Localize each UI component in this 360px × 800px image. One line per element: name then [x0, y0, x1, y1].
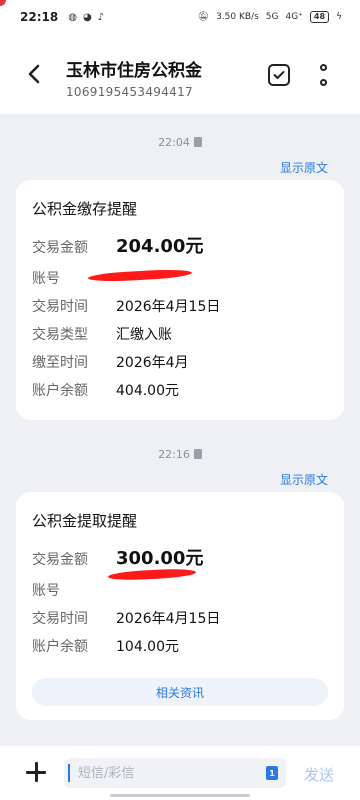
row-label: 交易类型: [32, 327, 88, 343]
back-button[interactable]: [22, 60, 46, 88]
more-dot-icon: [319, 79, 327, 86]
battery-icon: 48: [309, 11, 330, 23]
amount-value: 204.00元: [116, 236, 204, 257]
charging-icon: ϟ: [336, 12, 342, 22]
sim-select-icon[interactable]: 1: [266, 766, 278, 780]
status-left-icons: ◍ ◕ ♪: [68, 12, 104, 23]
row-label: 交易金额: [32, 240, 88, 256]
detail-row: 账户余额 404.00元: [32, 380, 179, 400]
detail-row: 交易类型 汇缴入账: [32, 324, 172, 344]
message-timestamp: 22:04: [0, 136, 360, 149]
row-label: 账户余额: [32, 639, 88, 655]
detail-row: 缴至时间 2026年4月: [32, 352, 189, 372]
sender-number: 1069195453494417: [66, 85, 193, 99]
message-card[interactable]: 公积金缴存提醒 交易金额 204.00元 账号 交易时间 2026年4月15日 …: [16, 180, 344, 420]
net-speed: 3.50 KB/s: [216, 12, 259, 22]
home-indicator[interactable]: [110, 794, 250, 797]
balance-value: 104.00元: [116, 639, 179, 655]
row-label: 缴至时间: [32, 355, 88, 371]
message-input[interactable]: [68, 764, 248, 782]
signal-4g: 4G⁺: [285, 12, 303, 22]
row-value: 2026年4月15日: [116, 299, 221, 315]
detail-row: 交易时间 2026年4月15日: [32, 608, 220, 628]
related-info-button[interactable]: 相关资讯: [32, 678, 328, 706]
mute-icon: 🔕︎: [197, 12, 210, 22]
sim-card-icon: [193, 137, 202, 147]
checkmark-icon: [273, 71, 285, 79]
detail-row: 账户余额 104.00元: [32, 636, 179, 656]
app-icon: ♪: [97, 11, 105, 23]
detail-row: 交易金额 300.00元: [32, 544, 203, 570]
row-label: 交易金额: [32, 552, 88, 568]
composer-bar: 1 发送: [0, 746, 360, 800]
row-label: 交易时间: [32, 611, 88, 627]
message-timestamp: 22:16: [0, 448, 360, 461]
sim-card-icon: [193, 449, 202, 459]
card-title: 公积金提取提醒: [32, 512, 138, 530]
row-value: 2026年4月: [116, 355, 189, 371]
select-button[interactable]: [268, 64, 290, 86]
add-attachment-button[interactable]: [24, 760, 48, 784]
detail-row: 交易时间 2026年4月15日: [32, 296, 220, 316]
signal-5g: 5G: [265, 12, 279, 22]
more-dot-icon: [319, 64, 327, 71]
qq-icon: ◕: [82, 11, 92, 23]
show-original-link[interactable]: 显示原文: [280, 159, 328, 176]
status-time: 22:18: [20, 10, 59, 24]
row-value: 2026年4月15日: [116, 611, 221, 627]
wechat-icon: ◍: [68, 11, 77, 23]
status-bar: 22:18 ◍ ◕ ♪ 🔕︎ 3.50 KB/s 5G 4G⁺ 48 ϟ: [0, 0, 360, 34]
conversation-header: 玉林市住房公积金 1069195453494417: [0, 34, 360, 114]
row-label: 账户余额: [32, 383, 88, 399]
row-label: 交易时间: [32, 299, 88, 315]
show-original-link[interactable]: 显示原文: [280, 471, 328, 488]
sender-name: 玉林市住房公积金: [66, 61, 202, 81]
message-card[interactable]: 公积金提取提醒 交易金额 300.00元 账号 交易时间 2026年4月15日 …: [16, 492, 344, 720]
more-options-button[interactable]: [318, 64, 328, 86]
message-input-box[interactable]: 1: [64, 758, 286, 788]
send-button[interactable]: 发送: [304, 764, 334, 785]
notification-dot: [0, 0, 6, 6]
balance-value: 404.00元: [116, 383, 179, 399]
sender-info: 玉林市住房公积金 1069195453494417: [66, 56, 202, 99]
row-label: 账号: [32, 583, 60, 599]
amount-value: 300.00元: [116, 548, 204, 569]
detail-row: 账号: [32, 580, 116, 600]
card-title: 公积金缴存提醒: [32, 200, 138, 218]
status-right-icons: 🔕︎ 3.50 KB/s 5G 4G⁺ 48 ϟ: [198, 11, 342, 23]
detail-row: 交易金额 204.00元: [32, 232, 203, 258]
row-value: 汇缴入账: [116, 327, 172, 343]
chevron-left-icon: [28, 64, 40, 84]
